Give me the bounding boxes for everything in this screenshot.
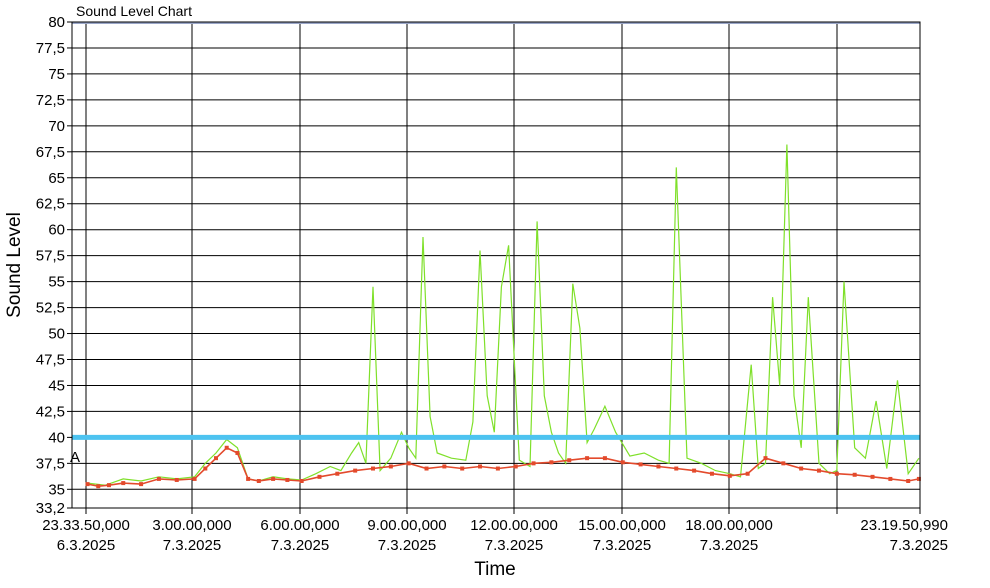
x-tick-date-label: 7.3.2025 <box>890 537 948 554</box>
series-point <box>96 484 101 489</box>
x-tick-time-label: 9.00.00,000 <box>367 517 446 534</box>
series-point <box>317 474 322 479</box>
y-tick-label: 37,5 <box>36 455 65 472</box>
x-axis-ticks: 23.33.50,000 6.3.2025 3.00.00,000 7.3.2025 6… <box>42 508 948 554</box>
series-point <box>816 468 821 473</box>
series-point <box>256 479 261 483</box>
series-point <box>370 466 375 471</box>
y-tick-label: 55 <box>48 274 65 291</box>
y-tick-label: 50 <box>48 326 65 343</box>
y-tick-label: 45 <box>48 377 65 394</box>
series-point <box>567 458 572 463</box>
series-point <box>549 460 554 465</box>
series-point <box>203 466 208 471</box>
series-point <box>246 476 251 481</box>
series-point <box>214 456 219 461</box>
series-point <box>834 471 839 476</box>
x-tick-date-label: 6.3.2025 <box>57 537 115 554</box>
series-point <box>745 471 750 476</box>
series-point <box>85 482 90 487</box>
series-point <box>406 461 411 466</box>
x-axis-title: Time <box>474 559 516 580</box>
y-tick-label: 75 <box>48 66 65 83</box>
series-point <box>139 482 144 487</box>
y-tick-label: 57,5 <box>36 248 65 265</box>
series-point <box>224 445 229 450</box>
series-point <box>781 461 786 466</box>
series-point <box>709 471 714 476</box>
x-tick-time-label: 23.33.50,000 <box>42 517 130 534</box>
series-point <box>638 462 643 467</box>
y-tick-label: 77,5 <box>36 40 65 57</box>
series-point <box>727 473 732 478</box>
marker-label: A <box>70 449 80 466</box>
series-point <box>495 466 500 471</box>
y-tick-label: 47,5 <box>36 352 65 369</box>
series-point <box>620 460 625 465</box>
series-point <box>174 477 179 482</box>
series-point <box>299 479 304 483</box>
series-point <box>906 479 911 483</box>
series-point <box>692 468 697 473</box>
series-point <box>478 464 483 469</box>
series-point <box>852 472 857 477</box>
y-tick-label: 60 <box>48 222 65 239</box>
series-point <box>424 466 429 471</box>
x-tick-date-label: 7.3.2025 <box>163 537 221 554</box>
x-tick-time-label: 12.00.00,000 <box>470 517 558 534</box>
series-point <box>335 471 340 476</box>
x-tick-time-label: 23.19.50,990 <box>860 517 948 534</box>
series-point <box>235 450 240 455</box>
series-point <box>460 466 465 471</box>
series-point <box>192 476 197 481</box>
x-tick-date-label: 7.3.2025 <box>593 537 651 554</box>
series-point <box>602 456 607 461</box>
y-tick-label: 40 <box>48 429 65 446</box>
x-tick-time-label: 18.00.00,000 <box>685 517 773 534</box>
x-tick-time-label: 6.00.00,000 <box>260 517 339 534</box>
y-tick-label: 62,5 <box>36 196 65 213</box>
series-point <box>388 464 393 469</box>
series-point <box>763 456 768 461</box>
x-tick-date-label: 7.3.2025 <box>485 537 543 554</box>
y-tick-label: 67,5 <box>36 144 65 161</box>
series-point <box>531 461 536 466</box>
y-tick-label: 65 <box>48 170 65 187</box>
series-point <box>799 466 804 471</box>
y-axis-title: Sound Level <box>4 212 25 318</box>
series-point <box>888 476 893 481</box>
y-axis-ticks: 80 77,5 75 72,5 70 67,5 65 62,5 60 57,5 55 52,5 50 47… <box>36 14 72 517</box>
sound-level-chart: 80 77,5 75 72,5 70 67,5 65 62,5 60 57,5 55 52,5 50 47… <box>4 3 948 580</box>
series-point <box>106 483 111 488</box>
x-tick-time-label: 3.00.00,000 <box>152 517 231 534</box>
y-tick-label: 70 <box>48 118 65 135</box>
series-point <box>121 481 126 486</box>
series-point <box>156 476 161 481</box>
series-point <box>674 466 679 471</box>
series-point <box>656 464 661 469</box>
series-point <box>513 464 518 469</box>
y-tick-label: 42,5 <box>36 403 65 420</box>
series-point <box>870 474 875 479</box>
series-point <box>271 476 276 481</box>
y-tick-label: 33,2 <box>36 500 65 517</box>
y-tick-label: 35 <box>48 481 65 498</box>
chart-title: Sound Level Chart <box>76 3 192 19</box>
series-point <box>585 456 590 461</box>
y-tick-label: 52,5 <box>36 300 65 317</box>
x-tick-date-label: 7.3.2025 <box>700 537 758 554</box>
series-point <box>285 477 290 482</box>
x-tick-date-label: 7.3.2025 <box>271 537 329 554</box>
x-tick-date-label: 7.3.2025 <box>378 537 436 554</box>
series-point <box>353 468 358 473</box>
x-tick-time-label: 15.00.00,000 <box>578 517 666 534</box>
y-tick-label: 80 <box>48 14 65 31</box>
series-point <box>442 464 447 469</box>
y-tick-label: 72,5 <box>36 92 65 109</box>
